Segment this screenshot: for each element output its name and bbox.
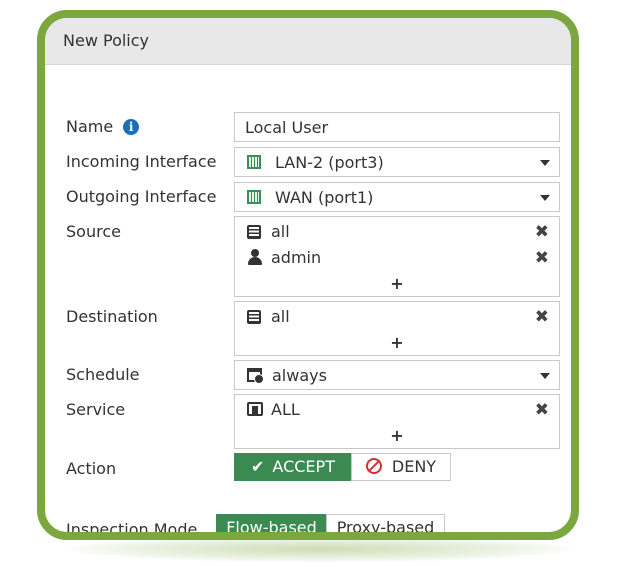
incoming-interface-value: LAN-2 (port3) [275, 153, 384, 172]
dialog-titlebar: New Policy [45, 18, 571, 65]
policy-dialog: New Policy Name i Local User Incoming Int… [37, 10, 579, 540]
source-label: Source [66, 222, 121, 241]
chevron-down-icon [540, 373, 550, 379]
name-label-row: Name i [66, 117, 140, 136]
remove-icon[interactable]: ✖ [535, 307, 549, 327]
remove-icon[interactable]: ✖ [535, 222, 549, 242]
source-list: all ✖ admin ✖ + [234, 216, 560, 297]
schedule-value: always [272, 366, 327, 385]
schedule-select[interactable]: always [234, 360, 560, 390]
outgoing-interface-select[interactable]: WAN (port1) [234, 182, 560, 212]
name-input[interactable]: Local User [234, 112, 560, 142]
source-entry: all ✖ [245, 222, 551, 244]
chevron-down-icon [540, 160, 550, 166]
accept-button[interactable]: ✔ ACCEPT [234, 453, 352, 481]
deny-icon [365, 458, 382, 474]
remove-icon[interactable]: ✖ [535, 248, 549, 268]
address-icon [247, 225, 261, 239]
name-value: Local User [245, 118, 329, 137]
port-icon [247, 155, 261, 169]
proxy-based-button[interactable]: Proxy-based [326, 514, 445, 532]
service-entry-value: ALL [271, 400, 300, 419]
destination-list: all ✖ + [234, 301, 560, 356]
add-destination-button[interactable]: + [235, 333, 559, 352]
incoming-interface-label: Incoming Interface [66, 152, 217, 171]
destination-label: Destination [66, 307, 158, 326]
deny-label: DENY [391, 457, 437, 476]
source-entry: admin ✖ [245, 248, 551, 270]
address-icon [247, 310, 261, 324]
schedule-icon [247, 368, 264, 384]
outgoing-interface-value: WAN (port1) [275, 188, 374, 207]
flow-based-button[interactable]: Flow-based [216, 514, 327, 532]
service-entry: ALL ✖ [245, 400, 551, 422]
source-entry-value: admin [271, 248, 322, 267]
destination-entry-value: all [271, 307, 290, 326]
incoming-interface-select[interactable]: LAN-2 (port3) [234, 147, 560, 177]
info-icon[interactable]: i [123, 119, 140, 135]
remove-icon[interactable]: ✖ [535, 400, 549, 420]
add-service-button[interactable]: + [235, 426, 559, 445]
policy-form: Name i Local User Incoming Interface LAN-… [45, 64, 571, 539]
service-label: Service [66, 400, 126, 419]
service-icon [247, 402, 263, 416]
inspection-mode-label: Inspection Mode [66, 520, 198, 539]
deny-button[interactable]: DENY [351, 453, 451, 481]
source-entry-value: all [271, 222, 290, 241]
action-label: Action [66, 459, 117, 478]
name-label: Name [66, 117, 114, 136]
outgoing-interface-label: Outgoing Interface [66, 187, 217, 206]
schedule-label: Schedule [66, 365, 140, 384]
check-icon: ✔ [251, 457, 265, 476]
service-list: ALL ✖ + [234, 394, 560, 449]
destination-entry: all ✖ [245, 307, 551, 329]
screenshot-stage: New Policy Name i Local User Incoming Int… [0, 0, 641, 566]
user-icon [248, 249, 262, 265]
port-icon [247, 190, 261, 204]
accept-label: ACCEPT [272, 457, 335, 476]
chevron-down-icon [540, 195, 550, 201]
add-source-button[interactable]: + [235, 274, 559, 293]
dialog-title: New Policy [63, 31, 150, 50]
